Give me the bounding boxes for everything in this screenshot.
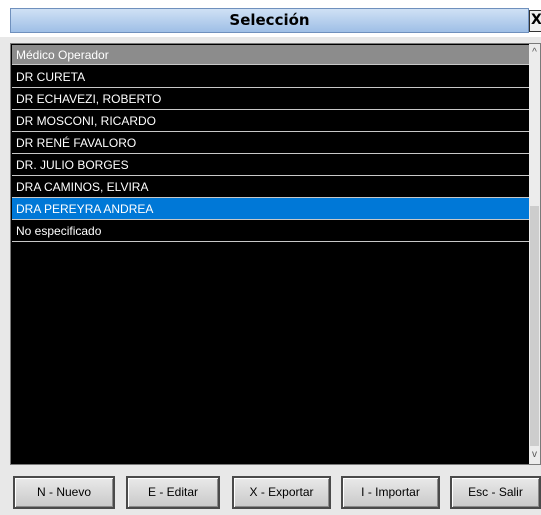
window-title: Selección (229, 11, 310, 29)
list-item[interactable]: No especificado (12, 220, 530, 242)
export-button[interactable]: X - Exportar (232, 476, 331, 509)
close-button[interactable]: X (529, 10, 541, 32)
scroll-up-arrow-icon[interactable]: ^ (529, 46, 540, 60)
list-item[interactable]: DR MOSCONI, RICARDO (12, 110, 530, 132)
list-item[interactable]: DR CURETA (12, 66, 530, 88)
scroll-down-arrow-icon[interactable]: v (529, 448, 540, 462)
new-button[interactable]: N - Nuevo (13, 476, 115, 509)
list-column-header[interactable]: Médico Operador (12, 45, 530, 65)
exit-button[interactable]: Esc - Salir (450, 476, 541, 509)
import-button[interactable]: I - Importar (341, 476, 440, 509)
scrollbar-thumb[interactable] (530, 206, 539, 446)
list-item[interactable]: DR. JULIO BORGES (12, 154, 530, 176)
vertical-scrollbar[interactable]: ^ v (529, 44, 540, 464)
edit-button[interactable]: E - Editar (126, 476, 220, 509)
title-bar: Selección X (0, 0, 541, 37)
list-item-selected[interactable]: DRA PEREYRA ANDREA (12, 198, 530, 220)
list-item[interactable]: DR ECHAVEZI, ROBERTO (12, 88, 530, 110)
selection-list[interactable]: Médico Operador DR CURETA DR ECHAVEZI, R… (10, 43, 541, 465)
list-item[interactable]: DRA CAMINOS, ELVIRA (12, 176, 530, 198)
list-item[interactable]: DR RENÉ FAVALORO (12, 132, 530, 154)
list-rows: DR CURETA DR ECHAVEZI, ROBERTO DR MOSCON… (12, 66, 530, 242)
